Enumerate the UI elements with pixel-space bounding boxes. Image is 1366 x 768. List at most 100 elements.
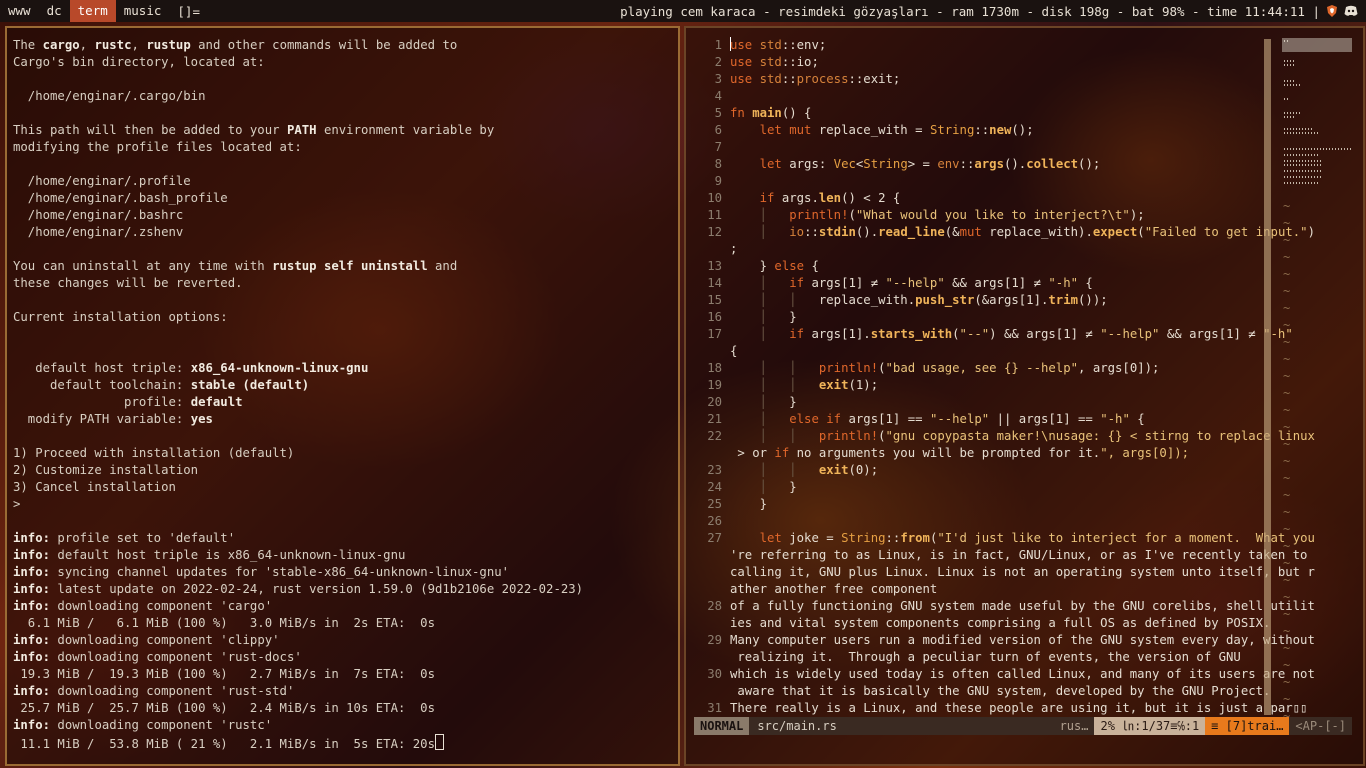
code-line[interactable]: 21 │ else if args[1] == "--help" || args… xyxy=(694,411,1272,428)
status-text: playing cem karaca - resimdeki gözyaşlar… xyxy=(620,3,1320,19)
line-number: 11 xyxy=(707,208,722,222)
line-number: 5 xyxy=(714,106,722,120)
tilde-marker: ~ xyxy=(1283,318,1291,332)
code-line[interactable]: 12 │ io::stdin().read_line(&mut replace_… xyxy=(694,224,1315,241)
code-line[interactable]: 14 │ if args[1] ≠ "--help" && args[1] ≠ … xyxy=(694,275,1272,292)
line-number: 21 xyxy=(707,412,722,426)
code-line[interactable]: aware that it is basically the GNU syste… xyxy=(694,683,1272,700)
tilde-marker: ~ xyxy=(1283,522,1291,536)
mode-indicator: NORMAL xyxy=(694,717,750,735)
cursor-position: 2% ㏑:1/37≡℅:1 xyxy=(1094,717,1206,735)
tilde-marker: ~ xyxy=(1283,624,1291,638)
warnings-indicator[interactable]: ≡ [7]trai… xyxy=(1205,717,1290,735)
tilde-marker: ~ xyxy=(1283,692,1291,706)
browser-icon[interactable] xyxy=(1326,5,1338,17)
code-text: │ │ exit(0); xyxy=(759,463,879,477)
code-text: Many computer users run a modified versi… xyxy=(730,633,1315,647)
terminal-line: info: downloading component 'cargo' xyxy=(13,599,273,613)
tilde-marker: ~ xyxy=(1283,573,1291,587)
scrollbar-thumb[interactable] xyxy=(1264,39,1271,715)
line-number: 9 xyxy=(714,174,722,188)
terminal-line: 2) Customize installation xyxy=(13,463,199,477)
terminal-line: info: downloading component 'rust-std' xyxy=(13,684,295,698)
code-text: ; xyxy=(730,242,738,256)
code-line[interactable]: 30 which is widely used today is often ca… xyxy=(694,666,1315,683)
tilde-marker: ~ xyxy=(1283,284,1291,298)
line-number: 17 xyxy=(707,327,722,341)
code-line[interactable]: ; xyxy=(694,241,1272,258)
code-line[interactable]: 20 │ } xyxy=(694,394,1272,411)
code-line[interactable]: 6 let mut replace_with = String::new(); xyxy=(694,122,1272,139)
code-line[interactable]: 7 xyxy=(694,139,1272,156)
line-number: 31 xyxy=(707,701,722,715)
line-number xyxy=(694,343,730,360)
code-line[interactable]: calling it, GNU plus Linux. Linux is not… xyxy=(694,564,1315,581)
code-line[interactable]: 18 │ │ println!("bad usage, see {} --hel… xyxy=(694,360,1272,377)
code-line[interactable]: 28 of a fully functioning GNU system made… xyxy=(694,598,1315,615)
editor-pane[interactable]: 1 use std::env; 2 use std::io; 3 use std::pro… xyxy=(684,26,1365,766)
code-text: use std::env; xyxy=(730,37,827,52)
code-line[interactable]: { xyxy=(694,343,1272,360)
terminal-line: You can uninstall at any time with rustu… xyxy=(13,259,458,273)
line-number: 25 xyxy=(707,497,722,511)
code-text: ies and vital system components comprisi… xyxy=(730,616,1271,630)
code-line[interactable]: 3 use std::process::exit; xyxy=(694,71,1272,88)
terminal-pane[interactable]: The cargo, rustc, rustup and other comma… xyxy=(5,26,680,766)
code-line[interactable]: 29 Many computer users run a modified ver… xyxy=(694,632,1315,649)
code-text: │ if args[1].starts_with("--") && args[1… xyxy=(759,327,1293,341)
editor-scrollbar[interactable] xyxy=(1264,39,1271,715)
workspace-music[interactable]: music xyxy=(116,0,170,22)
code-line[interactable]: 24 │ } xyxy=(694,479,1272,496)
code-line[interactable]: 27 let joke = String::from("I'd just lik… xyxy=(694,530,1315,547)
line-number: 3 xyxy=(714,72,722,86)
workspace-term[interactable]: term xyxy=(69,0,116,22)
terminal-line: modifying the profile files located at: xyxy=(13,140,302,154)
code-line[interactable]: 19 │ │ exit(1); xyxy=(694,377,1272,394)
code-line[interactable]: 11 │ println!("What would you like to in… xyxy=(694,207,1272,224)
code-line[interactable]: ather another free component xyxy=(694,581,1272,598)
code-line[interactable]: 16 │ } xyxy=(694,309,1272,326)
tilde-marker: ~ xyxy=(1283,403,1291,417)
workspace-www[interactable]: www xyxy=(0,0,39,22)
code-line[interactable]: 23 │ │ exit(0); xyxy=(694,462,1272,479)
code-line[interactable]: 8 let args: Vec<String> = env::args().co… xyxy=(694,156,1272,173)
code-line[interactable]: 5 fn main() { xyxy=(694,105,1272,122)
code-editor[interactable]: 1 use std::env; 2 use std::io; 3 use std::pro… xyxy=(694,37,1315,717)
code-line[interactable]: 4 xyxy=(694,88,1272,105)
code-line[interactable]: 31 There really is a Linux, and these peo… xyxy=(694,700,1307,717)
code-text: │ } xyxy=(759,395,797,409)
code-line[interactable]: 15 │ │ replace_with.push_str(&args[1].tr… xyxy=(694,292,1272,309)
layout-indicator[interactable]: []= xyxy=(169,4,208,19)
code-line[interactable]: 22 │ │ println!("gnu copypasta maker!\nu… xyxy=(694,428,1315,445)
code-line[interactable]: 17 │ if args[1].starts_with("--") && arg… xyxy=(694,326,1293,343)
terminal-line: 3) Cancel installation xyxy=(13,480,176,494)
code-text: let mut replace_with = String::new(); xyxy=(759,123,1034,137)
tilde-marker: ~ xyxy=(1283,437,1291,451)
code-line[interactable]: 25 } xyxy=(694,496,1272,513)
terminal-line: /home/enginar/.zshenv xyxy=(13,225,184,239)
line-number: 26 xyxy=(707,514,722,528)
code-line[interactable]: 26 xyxy=(694,513,1272,530)
code-line[interactable]: 're referring to as Linux, is in fact, G… xyxy=(694,547,1307,564)
minimap[interactable] xyxy=(1282,38,1352,198)
line-number xyxy=(694,581,730,598)
code-text: use std::process::exit; xyxy=(730,72,901,86)
code-line[interactable]: > or if no arguments you will be prompte… xyxy=(694,445,1272,462)
code-line[interactable]: ies and vital system components comprisi… xyxy=(694,615,1272,632)
code-line[interactable]: 13 } else { xyxy=(694,258,1272,275)
line-number: 20 xyxy=(707,395,722,409)
code-line[interactable]: realizing it. Through a peculiar turn of… xyxy=(694,649,1272,666)
discord-icon[interactable] xyxy=(1344,5,1358,17)
code-line[interactable]: 1 use std::env; xyxy=(694,37,1272,54)
code-line[interactable]: 9 xyxy=(694,173,1272,190)
tilde-marker: ~ xyxy=(1283,590,1291,604)
code-line[interactable]: 10 if args.len() < 2 { xyxy=(694,190,1272,207)
code-text: There really is a Linux, and these peopl… xyxy=(730,701,1308,715)
code-line[interactable]: 2 use std::io; xyxy=(694,54,1272,71)
workspace-dc[interactable]: dc xyxy=(39,0,70,22)
